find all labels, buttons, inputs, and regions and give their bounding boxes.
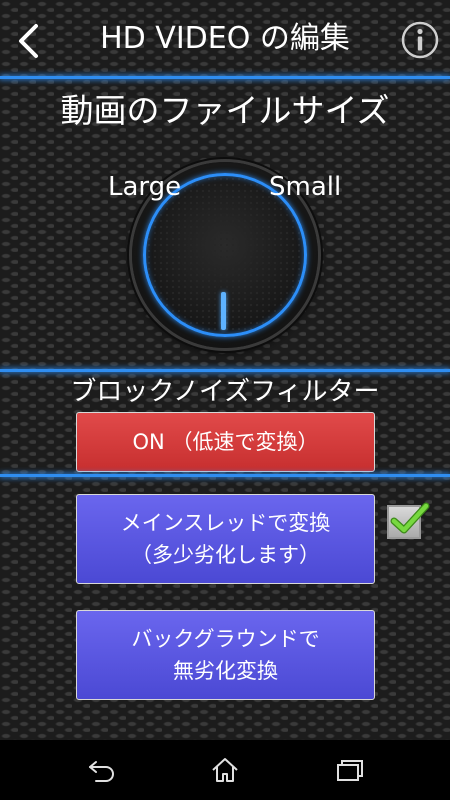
main-thread-checkbox[interactable] <box>387 502 430 539</box>
file-size-title: 動画のファイルサイズ <box>60 91 390 130</box>
dial-pointer[interactable] <box>221 292 226 330</box>
nav-back-icon[interactable] <box>87 756 117 784</box>
info-icon[interactable] <box>400 20 440 60</box>
background-label-line1: バックグラウンドで <box>131 627 320 651</box>
block-noise-filter-title: ブロックノイズフィルター <box>70 377 380 407</box>
app-header: HD VIDEO の編集 <box>0 0 450 78</box>
dial-label-small: Small <box>269 172 342 202</box>
system-nav-bar <box>0 740 450 800</box>
main-thread-label-line2: （多少劣化します） <box>131 543 320 567</box>
checkmark-icon <box>390 502 430 534</box>
dial-label-large: Large <box>108 172 182 202</box>
page-title: HD VIDEO の編集 <box>100 21 350 56</box>
nav-recent-apps-icon[interactable] <box>335 756 365 784</box>
background-label-line2: 無劣化変換 <box>173 659 278 683</box>
chevron-left-icon[interactable] <box>14 22 42 60</box>
section-divider-bottom <box>0 474 450 477</box>
header-divider <box>0 76 450 79</box>
main-thread-convert-button[interactable]: メインスレッドで変換 （多少劣化します） <box>76 494 375 584</box>
nav-home-icon[interactable] <box>210 756 240 784</box>
main-thread-label-line1: メインスレッドで変換 <box>120 511 331 535</box>
background-convert-button[interactable]: バックグラウンドで 無劣化変換 <box>76 610 375 700</box>
block-noise-on-label: ON （低速で変換） <box>132 430 319 454</box>
block-noise-on-button[interactable]: ON （低速で変換） <box>76 412 375 472</box>
